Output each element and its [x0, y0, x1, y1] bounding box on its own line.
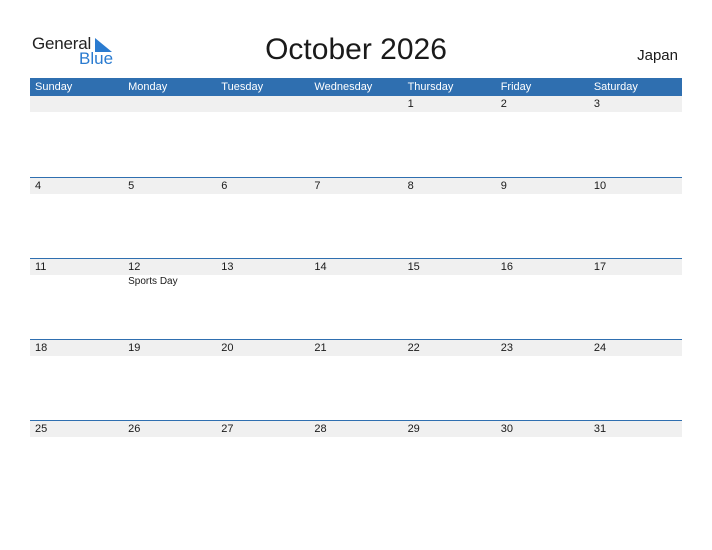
day-number: 18	[35, 342, 48, 354]
day-cell[interactable]: 7	[309, 178, 402, 194]
day-cell[interactable]	[123, 96, 216, 112]
day-cell[interactable]: 3	[589, 96, 682, 112]
day-number: 28	[314, 423, 327, 435]
day-cell[interactable]: 31	[589, 421, 682, 437]
week-date-band: 11 12 Sports Day 13 14 15 16 17	[30, 259, 682, 287]
day-cell[interactable]	[309, 96, 402, 112]
calendar-grid: Sunday Monday Tuesday Wednesday Thursday…	[30, 78, 682, 501]
day-number: 5	[128, 180, 135, 192]
day-cell[interactable]: 2	[496, 96, 589, 112]
week-row: 18 19 20 21 22 23 24	[30, 339, 682, 420]
day-number: 26	[128, 423, 141, 435]
day-cell[interactable]: 17	[589, 259, 682, 275]
day-number: 22	[407, 342, 420, 354]
day-number: 20	[221, 342, 234, 354]
day-number: 27	[221, 423, 234, 435]
day-cell[interactable]: 8	[403, 178, 496, 194]
week-date-band: 1 2 3	[30, 96, 682, 112]
day-cell[interactable]: 28	[309, 421, 402, 437]
day-cell[interactable]: 25	[30, 421, 123, 437]
day-cell[interactable]: 22	[403, 340, 496, 356]
holiday-event: Sports Day	[128, 276, 178, 287]
day-cell[interactable]: 27	[216, 421, 309, 437]
week-date-band: 25 26 27 28 29 30 31	[30, 421, 682, 437]
page-title: October 2026	[265, 33, 447, 66]
day-number: 11	[35, 261, 47, 273]
day-number: 6	[221, 180, 228, 192]
day-number: 17	[593, 261, 607, 273]
day-number: 19	[128, 342, 141, 354]
day-cell[interactable]: 11	[30, 259, 123, 275]
week-row: 4 5 6 7 8 9 10	[30, 177, 682, 258]
weekday-saturday: Saturday	[593, 81, 638, 93]
day-number: 10	[593, 180, 607, 192]
weekday-wednesday: Wednesday	[314, 81, 373, 93]
country-label: Japan	[637, 47, 678, 64]
weekday-thursday: Thursday	[407, 81, 454, 93]
day-cell[interactable]: 29	[403, 421, 496, 437]
day-number: 30	[500, 423, 513, 435]
day-number: 14	[314, 261, 327, 273]
day-number: 4	[35, 180, 42, 192]
day-number: 31	[593, 423, 607, 435]
day-number: 24	[593, 342, 607, 354]
day-number: 3	[593, 98, 600, 110]
day-number: 23	[500, 342, 513, 354]
day-cell[interactable]: 23	[496, 340, 589, 356]
day-cell[interactable]: 4	[30, 178, 123, 194]
weekday-sunday: Sunday	[35, 81, 73, 93]
week-date-band: 4 5 6 7 8 9 10	[30, 178, 682, 194]
week-date-band: 18 19 20 21 22 23 24	[30, 340, 682, 356]
day-cell[interactable]: 26	[123, 421, 216, 437]
day-number: 1	[407, 98, 414, 110]
weekday-header: Sunday Monday Tuesday Wednesday Thursday…	[30, 78, 682, 96]
day-cell[interactable]	[216, 96, 309, 112]
day-cell[interactable]: 9	[496, 178, 589, 194]
day-number: 12	[128, 261, 141, 273]
day-number: 29	[407, 423, 420, 435]
day-cell[interactable]: 12 Sports Day	[123, 259, 216, 287]
day-number: 2	[500, 98, 507, 110]
weekday-tuesday: Tuesday	[221, 81, 264, 93]
day-cell[interactable]: 13	[216, 259, 309, 275]
day-number: 7	[314, 180, 321, 192]
day-number: 21	[314, 342, 327, 354]
day-cell[interactable]: 5	[123, 178, 216, 194]
week-row: 11 12 Sports Day 13 14 15 16 17	[30, 258, 682, 339]
weekday-friday: Friday	[500, 81, 532, 93]
day-cell[interactable]: 18	[30, 340, 123, 356]
weekday-monday: Monday	[128, 81, 168, 93]
day-number: 13	[221, 261, 234, 273]
day-cell[interactable]: 24	[589, 340, 682, 356]
week-row: 1 2 3	[30, 96, 682, 177]
day-cell[interactable]: 10	[589, 178, 682, 194]
day-number: 15	[407, 261, 420, 273]
day-cell[interactable]: 14	[309, 259, 402, 275]
day-cell[interactable]: 20	[216, 340, 309, 356]
week-row: 25 26 27 28 29 30 31	[30, 420, 682, 501]
day-number: 9	[500, 180, 507, 192]
day-cell[interactable]: 19	[123, 340, 216, 356]
day-cell[interactable]	[30, 96, 123, 112]
day-cell[interactable]: 30	[496, 421, 589, 437]
day-number: 16	[500, 261, 513, 273]
day-cell[interactable]: 1	[403, 96, 496, 112]
day-number: 8	[407, 180, 414, 192]
day-cell[interactable]: 15	[403, 259, 496, 275]
day-cell[interactable]: 21	[309, 340, 402, 356]
day-cell[interactable]: 6	[216, 178, 309, 194]
day-number: 25	[35, 423, 48, 435]
day-cell[interactable]: 16	[496, 259, 589, 275]
